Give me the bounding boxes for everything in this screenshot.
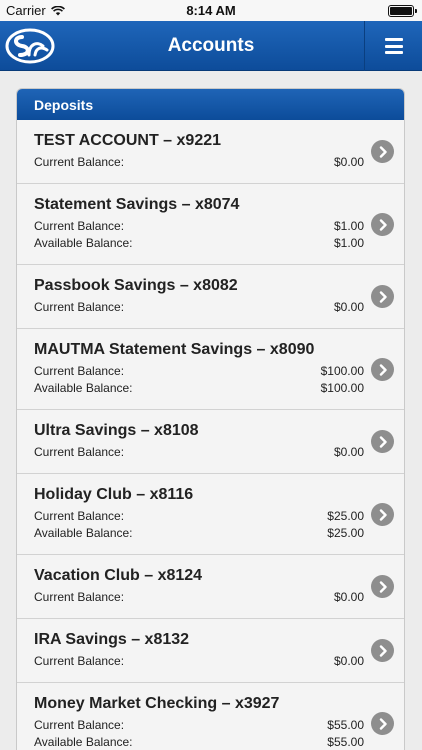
current-balance-line: Current Balance: $0.00: [34, 653, 364, 670]
account-name: TEST ACCOUNT – x9221: [34, 132, 222, 149]
chevron-right-icon[interactable]: [371, 575, 394, 598]
menu-button[interactable]: [365, 21, 422, 71]
chevron-right-icon[interactable]: [371, 712, 394, 735]
account-row[interactable]: MAUTMA Statement Savings – x8090 Current …: [17, 329, 404, 410]
chevron-right-icon[interactable]: [371, 430, 394, 453]
account-name: Money Market Checking – x3927: [34, 695, 280, 712]
account-row[interactable]: Ultra Savings – x8108 Current Balance: $0.…: [17, 410, 404, 474]
current-balance-line: Current Balance: $0.00: [34, 299, 364, 316]
chevron-right-icon[interactable]: [371, 213, 394, 236]
current-balance-label: Current Balance:: [34, 509, 125, 523]
current-balance-amount: $1.00: [333, 219, 364, 233]
current-balance-amount: $25.00: [327, 509, 364, 523]
current-balance-label: Current Balance:: [34, 300, 125, 314]
account-name: Ultra Savings – x8108: [34, 422, 199, 439]
current-balance-line: Current Balance: $55.00: [34, 717, 364, 734]
available-balance-label: Available Balance:: [34, 381, 133, 395]
hamburger-menu-icon: [384, 38, 403, 54]
current-balance-amount: $0.00: [333, 300, 364, 314]
current-balance-amount: $0.00: [333, 590, 364, 604]
chevron-right-icon[interactable]: [371, 140, 394, 163]
account-name: Vacation Club – x8124: [34, 567, 203, 584]
current-balance-label: Current Balance:: [34, 654, 125, 668]
current-balance-amount: $55.00: [327, 718, 364, 732]
current-balance-amount: $0.00: [333, 445, 364, 459]
chevron-right-icon[interactable]: [371, 639, 394, 662]
available-balance-line: Available Balance: $1.00: [34, 235, 364, 252]
available-balance-line: Available Balance: $100.00: [34, 380, 364, 397]
page-title: Accounts: [167, 35, 255, 56]
account-row[interactable]: Vacation Club – x8124 Current Balance: $0.…: [17, 555, 404, 619]
account-row[interactable]: TEST ACCOUNT – x9221 Current Balance: $0.0…: [17, 120, 404, 184]
chevron-right-icon[interactable]: [371, 285, 394, 308]
status-time: 8:14 AM: [186, 3, 236, 18]
current-balance-line: Current Balance: $1.00: [34, 218, 364, 235]
status-bar: Carrier 8:14 AM: [0, 0, 422, 21]
account-name: IRA Savings – x8132: [34, 631, 190, 648]
account-name: Passbook Savings – x8082: [34, 277, 238, 294]
account-row[interactable]: IRA Savings – x8132 Current Balance: $0.00: [17, 619, 404, 683]
current-balance-amount: $100.00: [320, 364, 364, 378]
nav-bar: Accounts: [0, 21, 422, 71]
chevron-right-icon[interactable]: [371, 503, 394, 526]
current-balance-label: Current Balance:: [34, 155, 125, 169]
section-header: Deposits: [17, 89, 404, 120]
current-balance-line: Current Balance: $0.00: [34, 444, 364, 461]
current-balance-label: Current Balance:: [34, 445, 125, 459]
account-name: Holiday Club – x8116: [34, 486, 194, 503]
current-balance-label: Current Balance:: [34, 364, 125, 378]
current-balance-line: Current Balance: $0.00: [34, 589, 364, 606]
available-balance-line: Available Balance: $25.00: [34, 525, 364, 542]
available-balance-amount: $55.00: [327, 735, 364, 749]
available-balance-label: Available Balance:: [34, 526, 133, 540]
current-balance-label: Current Balance:: [34, 219, 125, 233]
available-balance-amount: $25.00: [327, 526, 364, 540]
account-name: Statement Savings – x8074: [34, 196, 240, 213]
current-balance-amount: $0.00: [333, 155, 364, 169]
available-balance-amount: $1.00: [333, 236, 364, 250]
chevron-right-icon[interactable]: [371, 358, 394, 381]
battery-icon: [388, 5, 417, 17]
current-balance-line: Current Balance: $0.00: [34, 154, 364, 171]
available-balance-line: Available Balance: $55.00: [34, 734, 364, 750]
deposits-panel: Deposits TEST ACCOUNT – x9221 Current Bal…: [16, 88, 405, 750]
current-balance-line: Current Balance: $100.00: [34, 363, 364, 380]
account-row[interactable]: Holiday Club – x8116 Current Balance: $25.…: [17, 474, 404, 555]
available-balance-label: Available Balance:: [34, 236, 133, 250]
current-balance-amount: $0.00: [333, 654, 364, 668]
current-balance-line: Current Balance: $25.00: [34, 508, 364, 525]
account-name: MAUTMA Statement Savings – x8090: [34, 341, 315, 358]
account-list: TEST ACCOUNT – x9221 Current Balance: $0.0…: [17, 120, 404, 750]
available-balance-label: Available Balance:: [34, 735, 133, 749]
account-row[interactable]: Statement Savings – x8074 Current Balance…: [17, 184, 404, 265]
available-balance-amount: $100.00: [320, 381, 364, 395]
current-balance-label: Current Balance:: [34, 590, 125, 604]
account-row[interactable]: Money Market Checking – x3927 Current Bal…: [17, 683, 404, 750]
account-row[interactable]: Passbook Savings – x8082 Current Balance:…: [17, 265, 404, 329]
current-balance-label: Current Balance:: [34, 718, 125, 732]
